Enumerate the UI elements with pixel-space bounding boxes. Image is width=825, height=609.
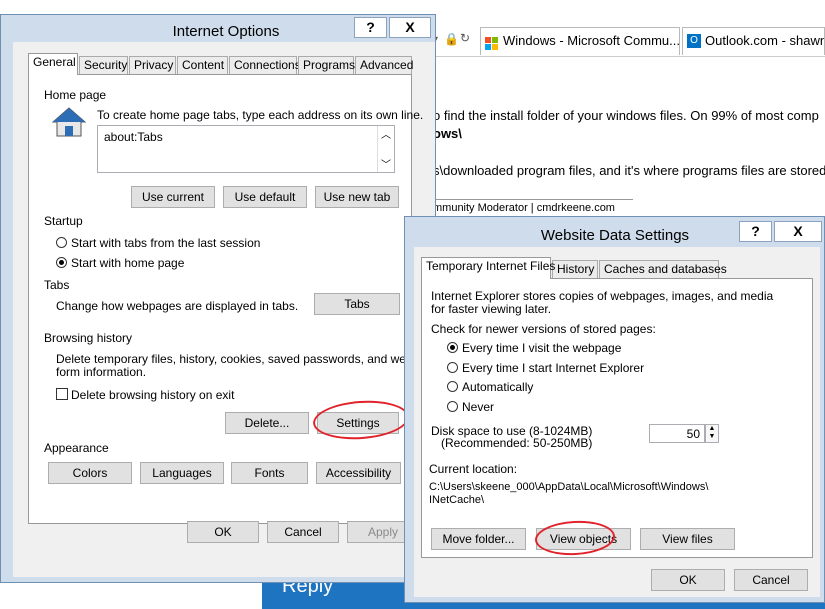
tab-caches-and-databases[interactable]: Caches and databases [599,260,727,279]
refresh-icon[interactable]: ↻ [460,31,470,45]
fonts-button[interactable]: Fonts [231,462,308,484]
disk-space-stepper[interactable]: ▲ ▼ [705,424,719,443]
house-icon [51,106,87,138]
home-page-input[interactable]: about:Tabs ︿ ﹀ [97,125,395,173]
browsing-history-text-1: Delete temporary files, history, cookies… [56,352,413,366]
tab-programs[interactable]: Programs [298,56,355,75]
view-files-button[interactable]: View files [640,528,735,550]
chevron-down-icon[interactable]: ﹀ [381,156,391,171]
delete-button[interactable]: Delete... [225,412,309,434]
tabs-heading: Tabs [44,278,70,292]
startup-last-session-radio[interactable] [56,237,67,248]
disk-space-value: 50 [686,427,700,441]
languages-button[interactable]: Languages [140,462,224,484]
startup-heading: Startup [44,214,83,228]
current-location-label: Current location: [429,462,518,476]
cancel-button[interactable]: Cancel [734,569,808,591]
delete-on-exit-checkbox[interactable] [56,388,68,400]
every-visit-label: Every time I visit the webpage [462,341,622,355]
chevron-up-icon[interactable]: ︿ [381,126,391,141]
never-radio[interactable] [447,401,458,412]
disk-space-recommended: (Recommended: 50-250MB) [441,436,593,450]
dialog-title: Internet Options [172,23,280,40]
website-data-settings-dialog: Website Data Settings ? X Temporary Inte… [404,216,825,603]
tab-connections[interactable]: Connections [229,56,301,75]
home-page-value: about:Tabs [104,130,163,144]
browser-tab-windows[interactable]: Windows - Microsoft Commu... [480,27,680,55]
tab-general[interactable]: General [28,53,78,75]
ok-button[interactable]: OK [187,521,259,543]
help-button[interactable]: ? [739,221,772,242]
colors-button[interactable]: Colors [48,462,132,484]
use-default-button[interactable]: Use default [223,186,307,208]
every-start-radio[interactable] [447,362,458,373]
forum-text-line: s\downloaded program files, and it's whe… [433,163,825,178]
intro-text-1: Internet Explorer stores copies of webpa… [431,289,774,303]
every-start-label: Every time I start Internet Explorer [462,361,645,375]
signature-divider [433,199,633,200]
chevron-down-icon[interactable]: ▼ [709,433,716,440]
startup-option-2-label: Start with home page [71,256,185,270]
accessibility-button[interactable]: Accessibility [316,462,401,484]
temporary-files-panel [421,278,813,558]
automatically-radio[interactable] [447,381,458,392]
use-current-button[interactable]: Use current [131,186,215,208]
close-button[interactable]: X [774,221,822,242]
close-button[interactable]: X [389,17,431,38]
use-new-tab-button[interactable]: Use new tab [315,186,399,208]
browsing-history-heading: Browsing history [44,331,133,345]
dialog-title: Website Data Settings [540,227,690,244]
chevron-up-icon[interactable]: ▲ [709,425,716,432]
tabs-description: Change how webpages are displayed in tab… [56,299,299,313]
current-location-path-1: C:\Users\skeene_000\AppData\Local\Micros… [429,481,709,493]
tab-temporary-internet-files[interactable]: Temporary Internet Files [421,257,555,279]
tab-history[interactable]: History [552,260,598,279]
every-visit-radio[interactable] [447,342,458,353]
disk-space-input[interactable]: 50 [649,424,705,443]
forum-text-line: ows\ [433,126,462,141]
tab-security[interactable]: Security [79,56,128,75]
browsing-history-text-2: form information. [56,365,147,379]
internet-options-dialog: Internet Options ? X General Security Pr… [0,14,436,583]
home-page-heading: Home page [44,88,107,102]
tab-content[interactable]: Content [177,56,228,75]
home-page-hint: To create home page tabs, type each addr… [97,108,424,122]
lock-icon[interactable]: 🔒 [444,32,459,46]
never-label: Never [462,400,495,414]
scrollbar[interactable]: ︿ ﹀ [377,126,394,172]
check-heading: Check for newer versions of stored pages… [431,322,656,336]
browser-tab-outlook[interactable]: O Outlook.com - shawn.t [682,27,825,55]
outlook-icon: O [687,34,701,48]
tabs-button[interactable]: Tabs [314,293,400,315]
address-bar-controls: ▾ 🔒 ↻ [430,30,478,50]
startup-home-page-radio[interactable] [56,257,67,268]
intro-text-2: for faster viewing later. [431,302,552,316]
forum-signature: mmunity Moderator | cmdrkeene.com [433,202,615,214]
tab-advanced[interactable]: Advanced [355,56,413,75]
delete-on-exit-label: Delete browsing history on exit [71,388,235,402]
move-folder-button[interactable]: Move folder... [431,528,526,550]
help-button[interactable]: ? [354,17,387,38]
appearance-heading: Appearance [44,441,109,455]
current-location-path-2: INetCache\ [429,494,485,506]
ok-button[interactable]: OK [651,569,725,591]
tab-label: Outlook.com - shawn.t [705,33,825,48]
cancel-button[interactable]: Cancel [267,521,339,543]
windows-logo-icon [485,34,499,50]
startup-option-1-label: Start with tabs from the last session [71,236,261,250]
tab-divider [430,56,825,57]
automatically-label: Automatically [462,380,534,394]
tab-privacy[interactable]: Privacy [129,56,176,75]
tab-label: Windows - Microsoft Commu... [503,33,680,48]
forum-text-line: o find the install folder of your window… [433,108,819,123]
